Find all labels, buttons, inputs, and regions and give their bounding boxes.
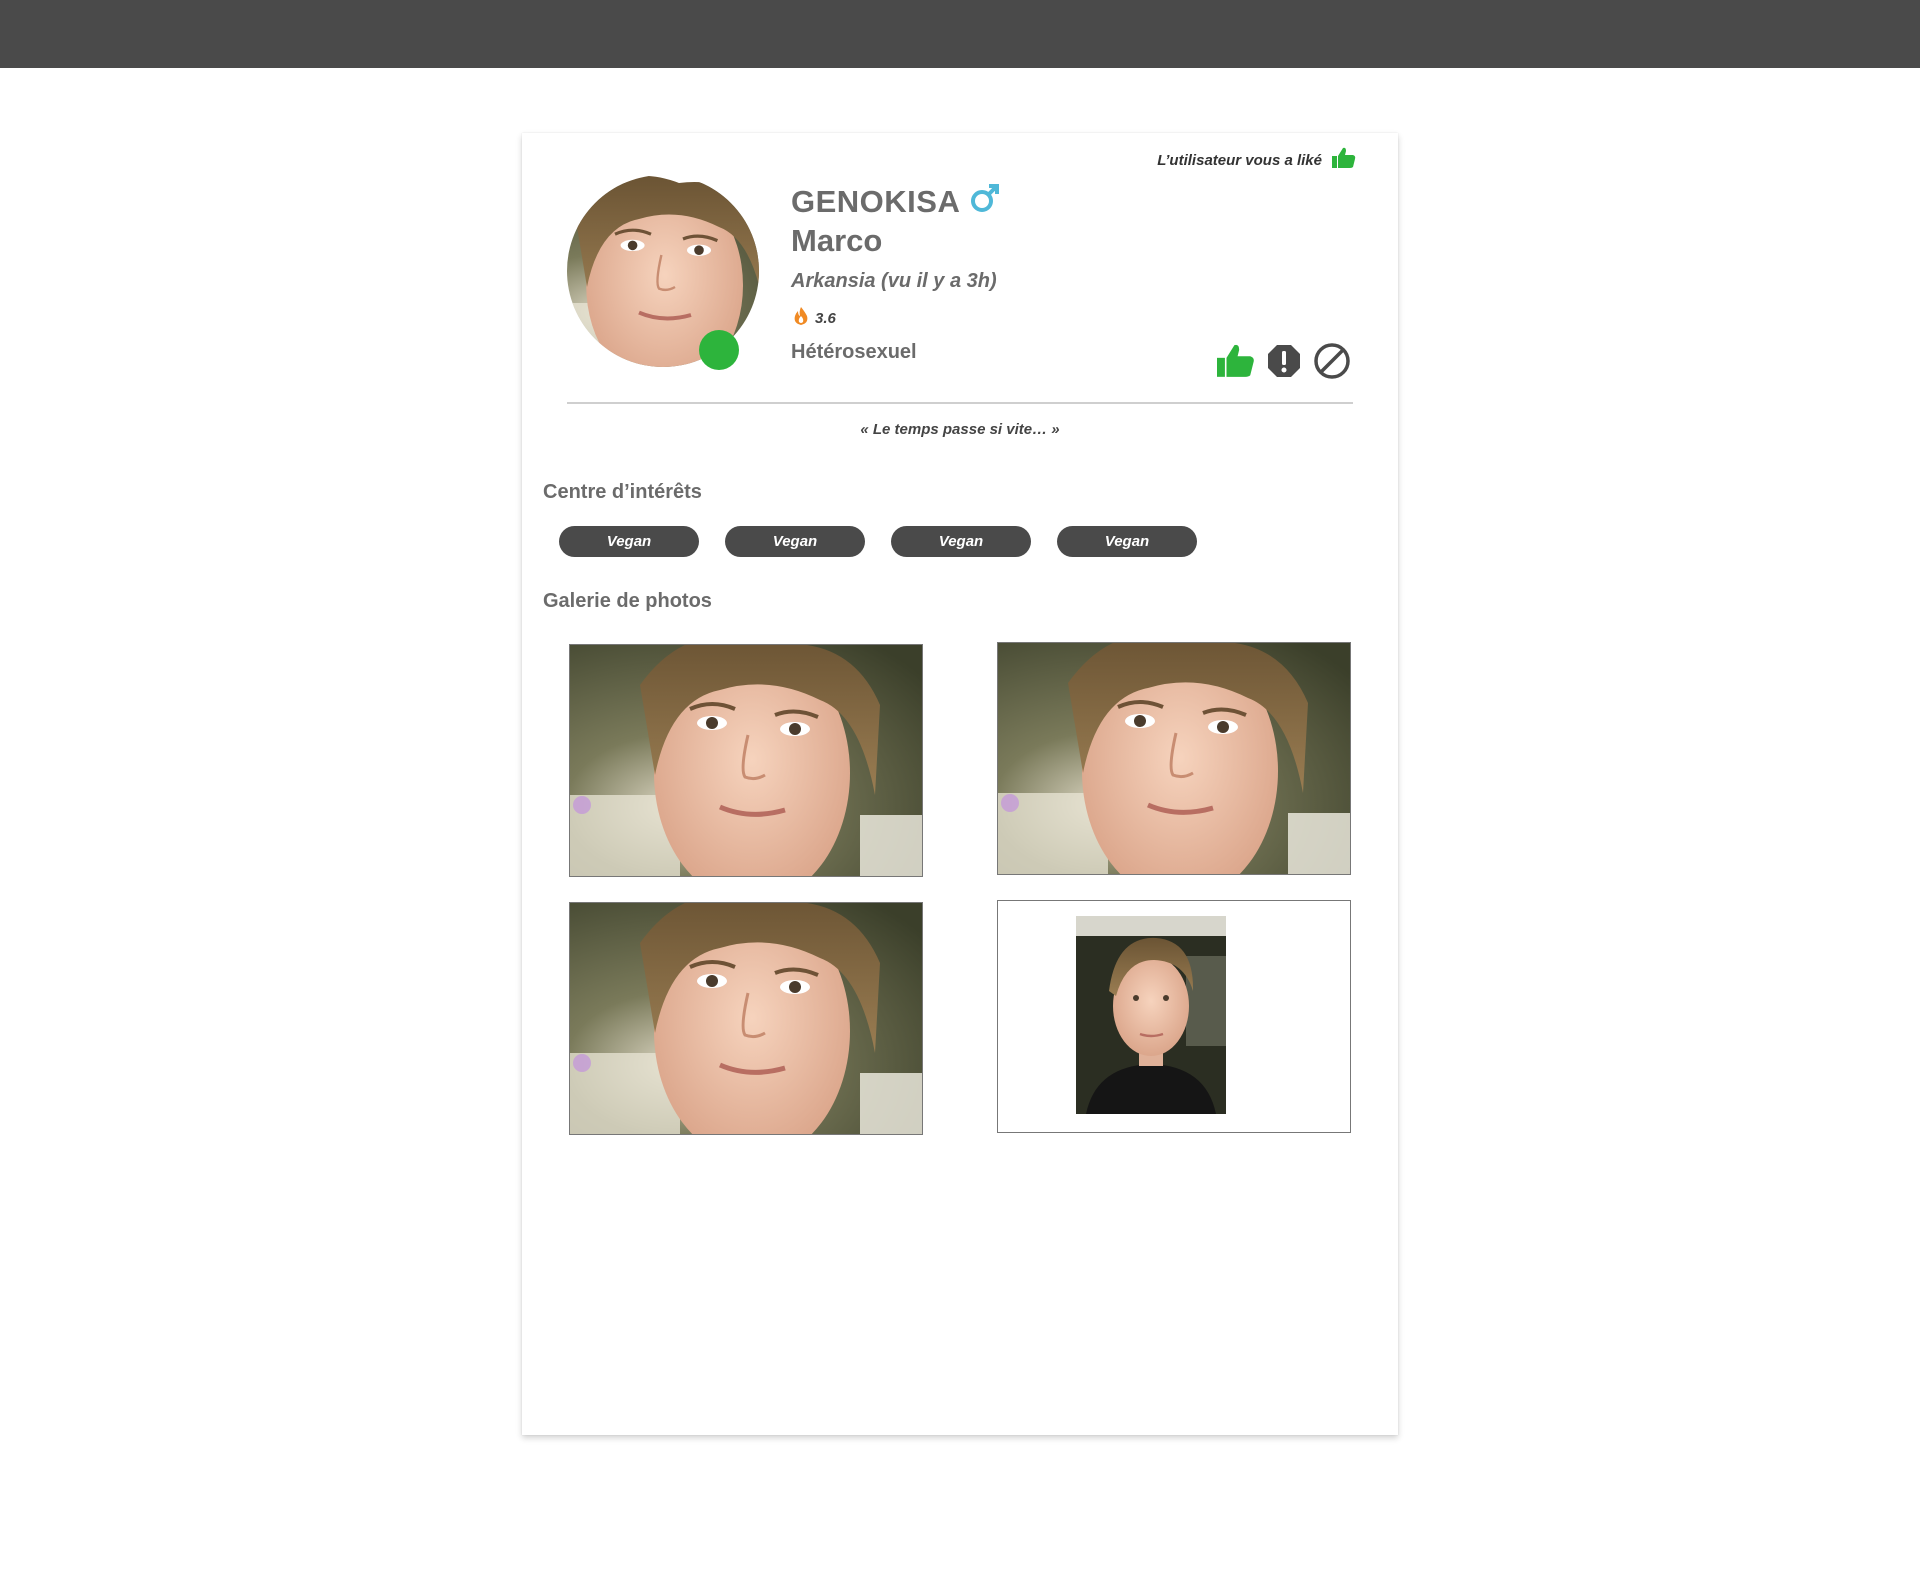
divider <box>567 402 1353 404</box>
username-text: GENOKISA <box>791 184 961 219</box>
profile-actions <box>1217 342 1351 380</box>
gallery-photo-2[interactable] <box>997 642 1351 875</box>
report-button[interactable] <box>1265 342 1303 380</box>
gallery-photo-1[interactable] <box>569 644 923 877</box>
username: GENOKISA <box>791 183 1000 221</box>
liked-you-notice: L’utilisateur vous a liké <box>1157 147 1356 173</box>
top-navigation-bar <box>0 0 1920 68</box>
profile-card: L’utilisateur vous a liké GENOKISA Marco… <box>522 133 1398 1435</box>
gallery-photo-4[interactable] <box>997 900 1351 1133</box>
thumbs-up-icon <box>1217 344 1254 377</box>
bio-quote: « Le temps passe si vite… » <box>860 421 1060 438</box>
location-last-seen: Arkansia (vu il y a 3h) <box>791 270 997 292</box>
liked-you-text: L’utilisateur vous a liké <box>1157 151 1322 169</box>
interest-tag[interactable]: Vegan <box>559 526 699 557</box>
interest-tag[interactable]: Vegan <box>891 526 1031 557</box>
gallery-title: Galerie de photos <box>543 590 712 612</box>
score-value: 3.6 <box>815 309 836 327</box>
block-button[interactable] <box>1313 342 1351 380</box>
interests-list: Vegan Vegan Vegan Vegan <box>559 526 1197 557</box>
like-button[interactable] <box>1217 342 1255 380</box>
popularity-score: 3.6 <box>791 306 836 330</box>
thumbs-up-icon <box>1332 147 1356 173</box>
flame-icon <box>791 306 811 330</box>
interest-tag[interactable]: Vegan <box>725 526 865 557</box>
male-gender-icon <box>970 183 1000 221</box>
online-status-indicator <box>699 330 739 370</box>
interests-title: Centre d’intérêts <box>543 481 702 503</box>
first-name: Marco <box>791 223 883 258</box>
gallery-photo-3[interactable] <box>569 902 923 1135</box>
alert-octagon-icon <box>1268 345 1300 377</box>
sexual-orientation: Hétérosexuel <box>791 341 917 363</box>
interest-tag[interactable]: Vegan <box>1057 526 1197 557</box>
block-icon <box>1314 343 1350 379</box>
